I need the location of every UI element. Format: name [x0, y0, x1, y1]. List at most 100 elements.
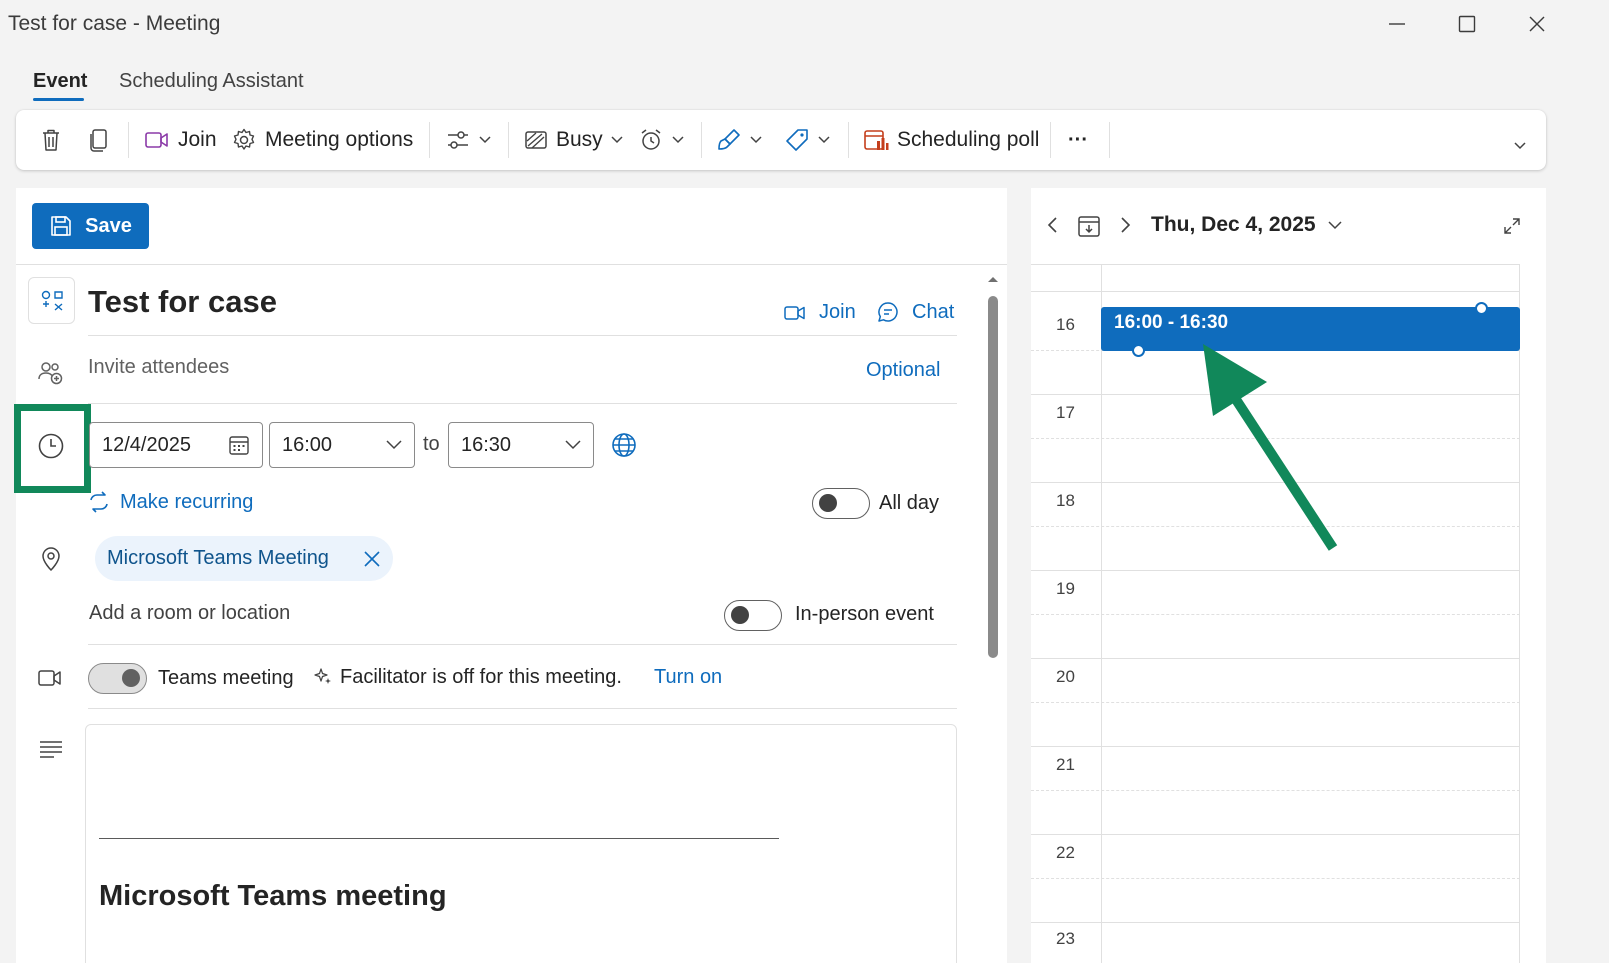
- teams-meeting-toggle[interactable]: [88, 663, 147, 694]
- close-window-button[interactable]: [1515, 6, 1559, 42]
- chevron-down-icon: [565, 440, 581, 450]
- sliders-icon: [448, 131, 468, 149]
- chevron-down-icon: [750, 136, 762, 144]
- chevron-down-icon: [386, 440, 402, 450]
- next-day-button[interactable]: [1117, 216, 1133, 234]
- hour-label: 19: [1056, 579, 1075, 598]
- chat-icon: [878, 302, 898, 322]
- chevron-down-icon: [1328, 220, 1342, 229]
- location-pin-icon: [39, 546, 63, 572]
- expand-icon: [1504, 218, 1520, 234]
- join-link[interactable]: Join: [783, 301, 856, 324]
- busy-status-icon: [525, 131, 547, 149]
- show-as-busy-dropdown[interactable]: Busy: [524, 110, 623, 170]
- active-tab-indicator: [33, 98, 84, 101]
- invite-attendees-input[interactable]: Invite attendees: [88, 356, 229, 379]
- all-day-toggle[interactable]: [812, 488, 870, 519]
- shapes-icon: [41, 290, 63, 311]
- categorize-dropdown[interactable]: [716, 110, 762, 170]
- chevron-right-icon: [1121, 217, 1131, 233]
- add-people-icon: [37, 359, 65, 387]
- hour-label: 22: [1056, 843, 1075, 862]
- meeting-options-button[interactable]: Meeting options: [231, 110, 413, 170]
- in-person-label: In-person event: [795, 603, 934, 625]
- chevron-down-icon: [611, 136, 623, 144]
- end-time-value: 16:30: [461, 433, 512, 456]
- previous-day-button[interactable]: [1045, 216, 1061, 234]
- clock-icon: [37, 432, 65, 460]
- chevron-down-icon: [818, 136, 830, 144]
- tag-icon: [786, 129, 808, 151]
- video-icon: [145, 132, 168, 148]
- event-resize-handle-bottom[interactable]: [1132, 344, 1145, 357]
- make-recurring-link[interactable]: Make recurring: [87, 490, 253, 514]
- add-room-input[interactable]: Add a room or location: [89, 602, 290, 625]
- time-zone-button[interactable]: [611, 432, 637, 458]
- all-day-label: All day: [879, 492, 940, 514]
- video-icon: [37, 667, 63, 689]
- tag-dropdown[interactable]: [784, 110, 830, 170]
- chevron-left-icon: [1047, 217, 1057, 233]
- text-lines-icon: [38, 739, 64, 759]
- close-icon[interactable]: [363, 550, 381, 568]
- day-calendar-panel: [1031, 188, 1546, 963]
- reminder-dropdown[interactable]: [638, 110, 684, 170]
- go-to-today-button[interactable]: [1077, 214, 1101, 238]
- body-editor[interactable]: [85, 724, 957, 963]
- turn-on-facilitator-link[interactable]: Turn on: [654, 666, 722, 689]
- scroll-up-arrow[interactable]: [986, 274, 1000, 284]
- save-label: Save: [85, 214, 132, 237]
- gear-icon: [233, 128, 255, 150]
- optional-attendees-link[interactable]: Optional: [866, 359, 941, 382]
- join-label: Join: [819, 301, 856, 323]
- scheduling-poll-button[interactable]: Scheduling poll: [863, 110, 1039, 170]
- chat-label: Chat: [912, 300, 955, 323]
- vertical-scrollbar[interactable]: [988, 296, 998, 658]
- delete-button[interactable]: [38, 110, 64, 170]
- minimize-icon: [1389, 23, 1405, 25]
- event-resize-handle-top[interactable]: [1475, 302, 1488, 315]
- chevron-down-icon: [672, 136, 684, 144]
- video-icon: [784, 305, 805, 320]
- calendar-event-time: 16:00 - 16:30: [1114, 312, 1229, 333]
- repeat-icon: [90, 491, 108, 513]
- make-recurring-label: Make recurring: [120, 490, 254, 513]
- location-chip[interactable]: Microsoft Teams Meeting: [95, 536, 393, 581]
- to-label: to: [423, 433, 440, 455]
- tab-scheduling-assistant[interactable]: Scheduling Assistant: [119, 70, 304, 93]
- start-date-input[interactable]: 12/4/2025: [89, 422, 263, 468]
- expand-ribbon-button[interactable]: [1514, 116, 1526, 176]
- date-picker-dropdown[interactable]: Thu, Dec 4, 2025: [1151, 213, 1342, 237]
- more-options-button[interactable]: ···: [1068, 110, 1088, 170]
- save-button[interactable]: Save: [32, 203, 149, 249]
- maximize-button[interactable]: [1445, 6, 1489, 42]
- hour-label: 18: [1056, 491, 1075, 510]
- ribbon-toolbar: Join Meeting options Busy Scheduling pol…: [16, 110, 1546, 170]
- teams-meeting-label: Teams meeting: [158, 667, 294, 689]
- hour-label: 21: [1056, 755, 1075, 774]
- window-title: Test for case - Meeting: [8, 12, 221, 35]
- in-person-toggle[interactable]: [724, 600, 782, 631]
- start-date-value: 12/4/2025: [102, 433, 191, 456]
- hour-label: 20: [1056, 667, 1075, 686]
- minimize-button[interactable]: [1375, 6, 1419, 42]
- chat-link[interactable]: Chat: [876, 300, 954, 324]
- filters-dropdown[interactable]: [445, 110, 491, 170]
- category-picker[interactable]: [28, 277, 75, 324]
- hour-label: 23: [1056, 929, 1075, 948]
- copy-button[interactable]: [86, 110, 112, 170]
- event-title-input[interactable]: Test for case: [88, 284, 277, 320]
- hour-label: 16: [1056, 315, 1075, 334]
- calendar-icon: [229, 436, 249, 455]
- facilitator-status-text: Facilitator is off for this meeting.: [340, 666, 622, 688]
- meeting-options-label: Meeting options: [265, 128, 414, 151]
- tab-event[interactable]: Event: [33, 70, 87, 93]
- ribbon-join-button[interactable]: Join: [144, 110, 217, 170]
- expand-calendar-button[interactable]: [1503, 217, 1521, 235]
- chevron-down-icon: [479, 136, 491, 144]
- alarm-clock-icon: [641, 129, 661, 150]
- end-time-dropdown[interactable]: 16:30: [448, 422, 594, 468]
- poll-icon: [864, 130, 889, 150]
- start-time-dropdown[interactable]: 16:00: [269, 422, 415, 468]
- busy-label: Busy: [556, 128, 603, 151]
